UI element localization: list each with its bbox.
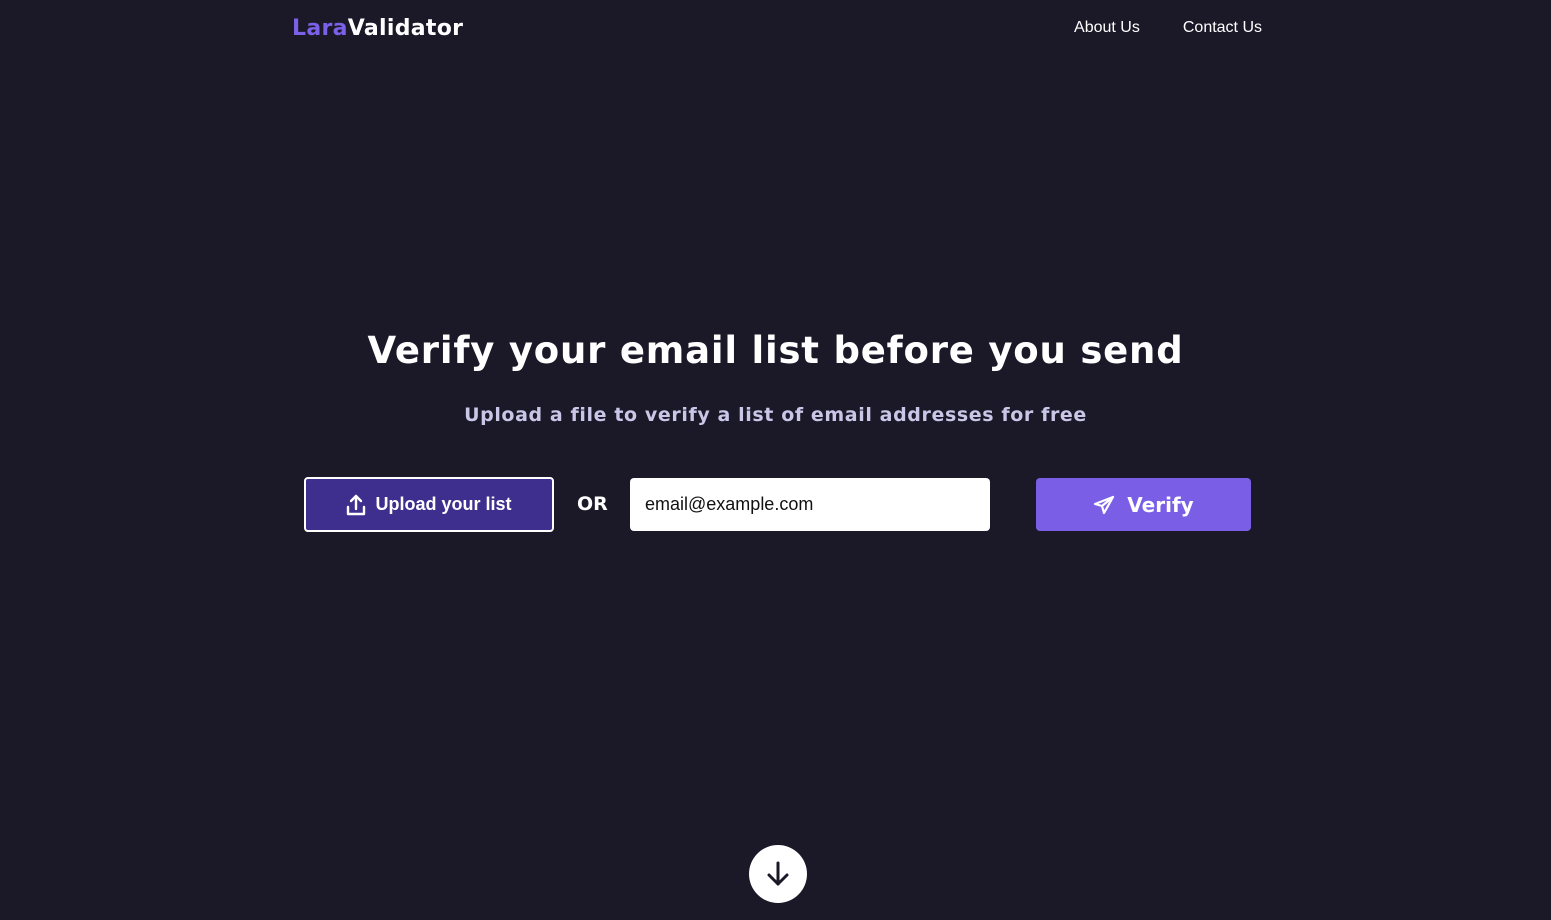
upload-icon [346, 494, 366, 516]
logo-main-text: Validator [347, 16, 464, 41]
or-separator: OR [577, 493, 608, 515]
upload-list-button[interactable]: Upload your list [304, 477, 554, 532]
arrow-down-icon [763, 859, 793, 889]
verify-button[interactable]: Verify [1036, 478, 1251, 531]
email-input[interactable] [630, 478, 990, 531]
upload-list-label: Upload your list [375, 494, 512, 514]
nav-link-contact[interactable]: Contact Us [1183, 18, 1262, 38]
top-nav: About Us Contact Us [1074, 18, 1262, 38]
verify-label: Verify [1127, 492, 1194, 517]
landing-page: LaraValidator About Us Contact Us Verify… [0, 0, 1551, 920]
paper-plane-icon [1093, 495, 1115, 515]
logo[interactable]: LaraValidator [292, 14, 463, 44]
hero-subtitle: Upload a file to verify a list of email … [464, 404, 1087, 426]
logo-accent-text: Lara [292, 16, 348, 41]
scroll-down-button[interactable] [749, 845, 807, 903]
nav-link-about[interactable]: About Us [1074, 18, 1140, 38]
hero-title: Verify your email list before you send [367, 329, 1184, 372]
